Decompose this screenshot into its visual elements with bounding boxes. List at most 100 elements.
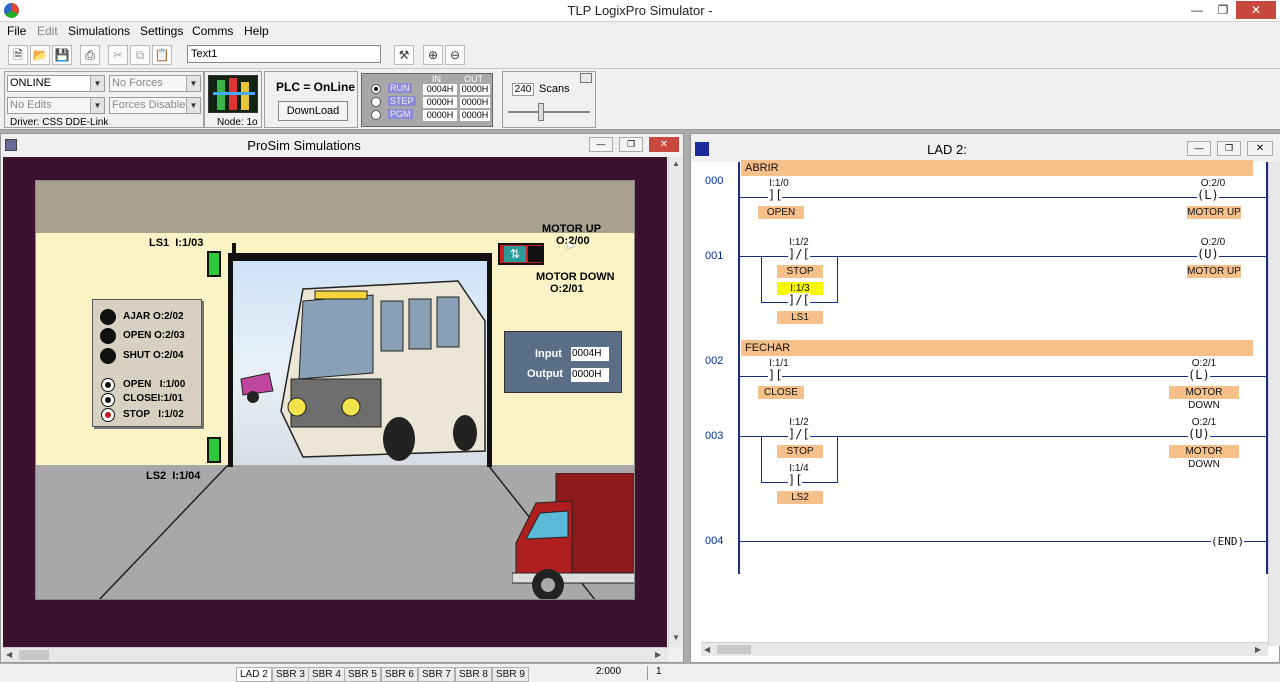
menu-settings[interactable]: Settings xyxy=(140,24,183,38)
xio-contact[interactable]: ]/[ xyxy=(788,427,810,441)
scroll-left-icon[interactable]: ◀ xyxy=(6,650,12,659)
tab-sbr3[interactable]: SBR 3 xyxy=(272,667,309,682)
ladder-title: LAD 2: xyxy=(927,142,967,157)
radio-pgm[interactable] xyxy=(371,110,381,120)
motor-down-addr: O:2/01 xyxy=(550,283,584,295)
menu-comms[interactable]: Comms xyxy=(192,24,233,38)
chevron-down-icon[interactable]: ▼ xyxy=(186,76,200,91)
minimize-icon[interactable]: — xyxy=(589,137,613,152)
minimize-icon[interactable]: — xyxy=(1184,1,1210,19)
unlatch-coil[interactable]: (U) xyxy=(1188,427,1210,441)
latch-coil[interactable]: (L) xyxy=(1188,368,1210,382)
unlatch-coil[interactable]: (U) xyxy=(1197,247,1219,261)
text-field[interactable]: Text1 xyxy=(187,45,381,63)
tab-sbr5[interactable]: SBR 5 xyxy=(344,667,381,682)
mode-value: ONLINE xyxy=(10,77,51,89)
mode-select[interactable]: ONLINE ▼ xyxy=(7,75,105,92)
tab-sbr4[interactable]: SBR 4 xyxy=(308,667,345,682)
zoom-in-icon[interactable]: ⊕ xyxy=(423,45,443,65)
close-icon[interactable]: ✕ xyxy=(1236,1,1276,19)
xic-contact[interactable]: ][ xyxy=(768,368,783,382)
xic-contact[interactable]: ][ xyxy=(788,473,803,487)
tab-sbr9[interactable]: SBR 9 xyxy=(492,667,529,682)
close-button[interactable] xyxy=(101,393,115,407)
copy-icon[interactable]: ⧉ xyxy=(130,45,150,65)
scroll-right-icon[interactable]: ▶ xyxy=(655,650,661,659)
io-output-value: 0000H xyxy=(571,368,609,382)
paste-icon[interactable]: 📋 xyxy=(152,45,172,65)
scroll-left-icon[interactable]: ◀ xyxy=(704,645,710,654)
print-icon[interactable]: ⎙ xyxy=(80,45,100,65)
branch-left xyxy=(761,256,762,302)
ajar-light xyxy=(100,309,116,325)
forces-select[interactable]: No Forces ▼ xyxy=(109,75,201,92)
new-file-icon[interactable]: 🗎 xyxy=(8,45,28,65)
restore-icon[interactable]: ❐ xyxy=(1217,141,1241,156)
close-icon[interactable]: ✕ xyxy=(1247,141,1273,156)
scroll-right-icon[interactable]: ▶ xyxy=(1255,645,1261,654)
prosim-vertical-scrollbar[interactable]: ▲ ▼ xyxy=(668,157,683,647)
menu-file[interactable]: File xyxy=(7,24,26,38)
coil-label: MOTOR DOWN xyxy=(1169,445,1239,470)
open-button-label: OPEN I:1/00 xyxy=(123,379,186,390)
ajar-label: AJAR O:2/02 xyxy=(123,311,184,322)
left-power-rail xyxy=(738,162,740,574)
menu-help[interactable]: Help xyxy=(244,24,269,38)
xio-contact[interactable]: ]/[ xyxy=(788,293,810,307)
radio-step[interactable] xyxy=(371,97,381,107)
open-button[interactable] xyxy=(101,378,115,392)
scroll-down-icon[interactable]: ▼ xyxy=(672,633,680,642)
minimize-icon[interactable]: — xyxy=(1187,141,1211,156)
end-instruction[interactable]: (END) xyxy=(1211,535,1245,548)
in-value-0: 0004H xyxy=(423,84,457,95)
tools-icon[interactable]: ⚒ xyxy=(394,45,414,65)
scan-speed-slider[interactable] xyxy=(508,101,590,123)
forces-enable-select[interactable]: Forces Disabled ▼ xyxy=(109,97,201,114)
scroll-thumb[interactable] xyxy=(19,650,49,660)
tab-sbr8[interactable]: SBR 8 xyxy=(455,667,492,682)
tab-lad2[interactable]: LAD 2 xyxy=(236,667,272,682)
coil-label: MOTOR DOWN xyxy=(1169,386,1239,411)
ladder-vertical-scrollbar[interactable] xyxy=(1268,162,1280,646)
bus-icon xyxy=(240,280,486,461)
open-folder-icon[interactable]: 📂 xyxy=(30,45,50,65)
main-toolbar: 🗎 📂 💾 ⎙ ✂ ⧉ 📋 Text1 ⚒ ⊕ ⊖ xyxy=(0,41,1280,69)
in-value-2: 0000H xyxy=(423,110,457,121)
chevron-down-icon[interactable]: ▼ xyxy=(186,98,200,113)
ladder-horizontal-scrollbar[interactable]: ◀ ▶ xyxy=(701,642,1268,656)
rung-comment: FECHAR xyxy=(741,340,1253,356)
chevron-down-icon[interactable]: ▼ xyxy=(90,76,104,91)
xic-contact[interactable]: ][ xyxy=(768,188,783,202)
bus-image xyxy=(233,261,487,465)
close-icon[interactable]: ✕ xyxy=(649,137,679,152)
ladder-titlebar: LAD 2: — ❐ ✕ xyxy=(691,134,1280,162)
shut-light-label: SHUT O:2/04 xyxy=(123,350,184,361)
open-light-label: OPEN O:2/03 xyxy=(123,330,185,341)
menu-simulations[interactable]: Simulations xyxy=(68,24,130,38)
cut-icon[interactable]: ✂ xyxy=(108,45,128,65)
edits-value: No Edits xyxy=(10,99,52,111)
save-icon[interactable]: 💾 xyxy=(52,45,72,65)
chevron-down-icon[interactable]: ▼ xyxy=(90,98,104,113)
download-button[interactable]: DownLoad xyxy=(278,101,348,121)
menu-edit[interactable]: Edit xyxy=(37,24,58,38)
radio-run[interactable] xyxy=(371,84,381,94)
mode-step-label: STEP xyxy=(388,96,416,106)
edits-select[interactable]: No Edits ▼ xyxy=(7,97,105,114)
io-panel: Input 0004H Output 0000H xyxy=(504,331,622,393)
prosim-horizontal-scrollbar[interactable]: ◀ ▶ xyxy=(3,647,668,662)
scroll-thumb[interactable] xyxy=(717,645,751,654)
scroll-up-icon[interactable]: ▲ xyxy=(672,159,680,168)
xio-contact[interactable]: ]/[ xyxy=(788,247,810,261)
tab-sbr7[interactable]: SBR 7 xyxy=(418,667,455,682)
stop-button[interactable] xyxy=(101,408,115,422)
restore-icon[interactable]: ❐ xyxy=(619,137,643,152)
tab-sbr6[interactable]: SBR 6 xyxy=(381,667,418,682)
zoom-out-icon[interactable]: ⊖ xyxy=(445,45,465,65)
latch-coil[interactable]: (L) xyxy=(1197,188,1219,202)
network-icon xyxy=(208,75,258,113)
prosim-titlebar: ProSim Simulations — ❐ ✕ xyxy=(1,134,683,156)
restore-icon[interactable]: ❐ xyxy=(1210,1,1236,19)
minimize-scans-icon[interactable] xyxy=(580,73,592,83)
rung-wire xyxy=(740,541,1266,542)
